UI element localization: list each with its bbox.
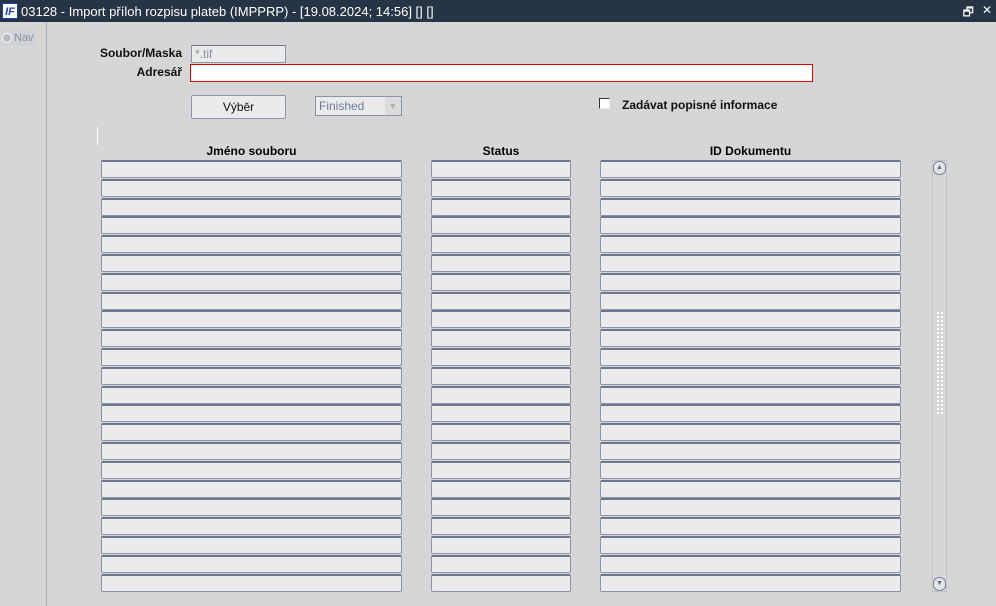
status-cell[interactable] — [431, 216, 571, 235]
status-cell[interactable] — [431, 442, 571, 460]
status-cell[interactable] — [431, 479, 571, 498]
soubor-label: Soubor/Maska — [99, 46, 182, 60]
window-title: 03128 - Import příloh rozpisu plateb (IM… — [21, 3, 434, 19]
status-select[interactable]: Finished ▼ — [315, 96, 402, 116]
jmeno-souboru-cell[interactable] — [101, 404, 402, 423]
id-dokumentu-cell[interactable] — [600, 366, 901, 385]
header-jmeno-souboru: Jméno souboru — [206, 144, 297, 158]
id-dokumentu-cell[interactable] — [600, 536, 901, 554]
id-dokumentu-cell[interactable] — [600, 442, 901, 460]
id-dokumentu-cell[interactable] — [600, 479, 901, 498]
jmeno-souboru-cell[interactable] — [101, 178, 402, 197]
header-status: Status — [482, 144, 520, 158]
title-bar: IF 03128 - Import příloh rozpisu plateb … — [0, 0, 996, 22]
status-cell[interactable] — [431, 197, 571, 216]
jmeno-souboru-cell[interactable] — [101, 479, 402, 498]
jmeno-souboru-cell[interactable] — [101, 536, 402, 554]
left-panel: Nav — [0, 22, 47, 606]
scroll-grip[interactable] — [936, 311, 943, 416]
id-dokumentu-cell[interactable] — [600, 554, 901, 573]
status-cell[interactable] — [431, 348, 571, 366]
scroll-up-icon[interactable]: ▲ — [933, 161, 946, 175]
id-dokumentu-cell[interactable] — [600, 348, 901, 366]
status-cell[interactable] — [431, 178, 571, 197]
id-dokumentu-cell[interactable] — [600, 385, 901, 404]
jmeno-souboru-cell[interactable] — [101, 573, 402, 592]
jmeno-souboru-cell[interactable] — [101, 498, 402, 517]
jmeno-souboru-cell[interactable] — [101, 385, 402, 404]
status-cell[interactable] — [431, 423, 571, 442]
jmeno-souboru-cell[interactable] — [101, 423, 402, 442]
status-cell[interactable] — [431, 554, 571, 573]
radio-icon — [2, 33, 12, 43]
jmeno-souboru-cell[interactable] — [101, 216, 402, 235]
id-dokumentu-cell[interactable] — [600, 272, 901, 291]
status-cell[interactable] — [431, 329, 571, 348]
scroll-down-icon[interactable]: ▼ — [933, 577, 946, 591]
jmeno-souboru-cell[interactable] — [101, 348, 402, 366]
chevron-down-icon: ▼ — [385, 97, 401, 115]
status-cell[interactable] — [431, 310, 571, 329]
adresar-input[interactable] — [190, 64, 813, 82]
jmeno-souboru-cell[interactable] — [101, 554, 402, 573]
status-select-value: Finished — [319, 99, 365, 113]
soubor-maska-input[interactable]: *.tif — [191, 45, 286, 63]
status-cell[interactable] — [431, 254, 571, 272]
jmeno-souboru-cell[interactable] — [101, 160, 402, 178]
jmeno-souboru-cell[interactable] — [101, 197, 402, 216]
id-dokumentu-cell[interactable] — [600, 573, 901, 592]
status-cell[interactable] — [431, 517, 571, 536]
zadavat-checkbox[interactable] — [599, 98, 610, 109]
jmeno-souboru-cell[interactable] — [101, 460, 402, 479]
id-dokumentu-cell[interactable] — [600, 235, 901, 254]
restore-icon[interactable]: 🗗 — [963, 3, 974, 24]
id-dokumentu-cell[interactable] — [600, 329, 901, 348]
header-id-dokumentu: ID Dokumentu — [709, 144, 792, 158]
jmeno-souboru-cell[interactable] — [101, 291, 402, 310]
jmeno-souboru-cell[interactable] — [101, 235, 402, 254]
nav-radio[interactable]: Nav — [2, 30, 35, 46]
app-logo: IF — [2, 3, 18, 19]
status-cell[interactable] — [431, 404, 571, 423]
nav-label: Nav — [14, 32, 34, 44]
id-dokumentu-cell[interactable] — [600, 291, 901, 310]
status-cell[interactable] — [431, 160, 571, 178]
jmeno-souboru-cell[interactable] — [101, 517, 402, 536]
id-dokumentu-cell[interactable] — [600, 197, 901, 216]
status-cell[interactable] — [431, 291, 571, 310]
jmeno-souboru-cell[interactable] — [101, 254, 402, 272]
id-dokumentu-cell[interactable] — [600, 160, 901, 178]
status-cell[interactable] — [431, 460, 571, 479]
vyber-button[interactable]: Výběr — [191, 95, 286, 119]
close-icon[interactable]: ✕ — [982, 3, 992, 24]
divider — [97, 127, 98, 145]
id-dokumentu-cell[interactable] — [600, 254, 901, 272]
status-cell[interactable] — [431, 536, 571, 554]
status-cell[interactable] — [431, 498, 571, 517]
id-dokumentu-cell[interactable] — [600, 178, 901, 197]
jmeno-souboru-cell[interactable] — [101, 366, 402, 385]
jmeno-souboru-cell[interactable] — [101, 329, 402, 348]
adresar-label: Adresář — [136, 65, 182, 79]
id-dokumentu-cell[interactable] — [600, 216, 901, 235]
status-cell[interactable] — [431, 573, 571, 592]
status-cell[interactable] — [431, 366, 571, 385]
jmeno-souboru-cell[interactable] — [101, 442, 402, 460]
status-cell[interactable] — [431, 272, 571, 291]
id-dokumentu-cell[interactable] — [600, 423, 901, 442]
vertical-scrollbar[interactable]: ▲ ▼ — [932, 160, 947, 592]
jmeno-souboru-cell[interactable] — [101, 310, 402, 329]
status-cell[interactable] — [431, 235, 571, 254]
status-cell[interactable] — [431, 385, 571, 404]
id-dokumentu-cell[interactable] — [600, 404, 901, 423]
id-dokumentu-cell[interactable] — [600, 517, 901, 536]
id-dokumentu-cell[interactable] — [600, 460, 901, 479]
checkbox-label: Zadávat popisné informace — [622, 98, 778, 112]
jmeno-souboru-cell[interactable] — [101, 272, 402, 291]
id-dokumentu-cell[interactable] — [600, 310, 901, 329]
id-dokumentu-cell[interactable] — [600, 498, 901, 517]
